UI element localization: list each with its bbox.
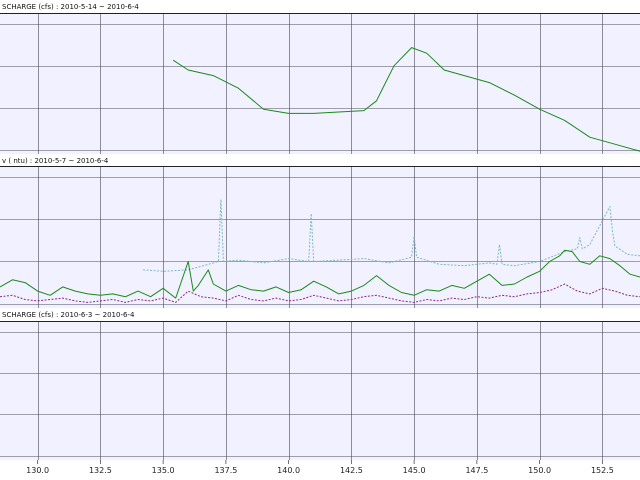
x-tick-label: 147.5 — [465, 466, 488, 475]
x-tick-label: 142.5 — [340, 466, 363, 475]
x-tick-label: 130.0 — [26, 466, 49, 475]
plot-area — [0, 322, 640, 460]
panel-1: SCHARGE (cfs) : 2010-5-14 ~ 2010-6-4 — [0, 0, 640, 155]
panel-title: v ( ntu) : 2010-5-7 ~ 2010-6-4 — [2, 157, 109, 165]
panel-title: SCHARGE (cfs) : 2010-6-3 ~ 2010-6-4 — [2, 311, 135, 319]
x-tick-label: 137.5 — [214, 466, 237, 475]
x-tick-label: 132.5 — [89, 466, 112, 475]
panel-3: SCHARGE (cfs) : 2010-6-3 ~ 2010-6-4 — [0, 308, 640, 461]
plot-area — [0, 14, 640, 154]
x-tick-label: 152.5 — [591, 466, 614, 475]
x-tick-label: 135.0 — [152, 466, 175, 475]
x-tick-label: 145.0 — [403, 466, 426, 475]
chart-panels: SCHARGE (cfs) : 2010-5-14 ~ 2010-6-4 v ( … — [0, 0, 640, 480]
x-tick-label: 140.0 — [277, 466, 300, 475]
panel-2: v ( ntu) : 2010-5-7 ~ 2010-6-4 — [0, 154, 640, 309]
x-tick-label: 150.0 — [528, 466, 551, 475]
plot-area — [0, 167, 640, 308]
panel-title: SCHARGE (cfs) : 2010-5-14 ~ 2010-6-4 — [2, 3, 139, 11]
